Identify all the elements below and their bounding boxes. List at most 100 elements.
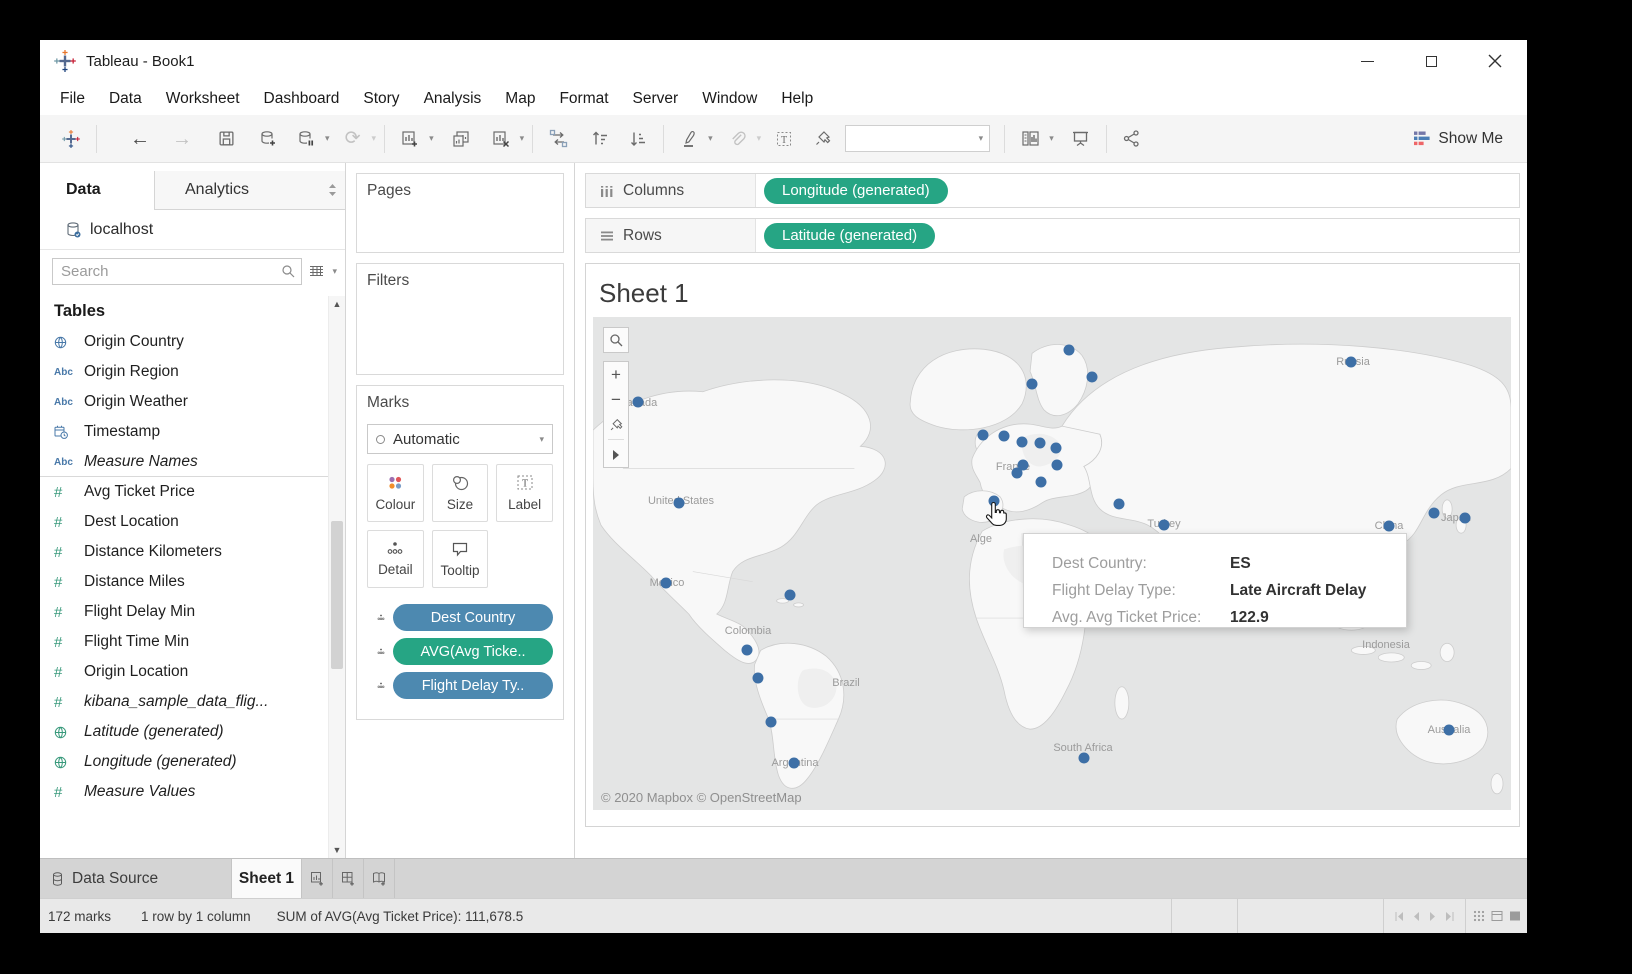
map-mark-dot[interactable] bbox=[1027, 379, 1038, 390]
detail-button[interactable]: Detail bbox=[367, 530, 424, 588]
menu-item[interactable]: Analysis bbox=[412, 82, 494, 115]
swap-rows-columns-icon[interactable] bbox=[541, 121, 575, 157]
field-row[interactable]: Origin Country bbox=[40, 327, 345, 357]
fit-selector[interactable]: ▾ bbox=[845, 125, 990, 152]
map-mark-dot[interactable] bbox=[1460, 513, 1471, 524]
sort-ascending-icon[interactable] bbox=[583, 121, 617, 157]
map-mark-dot[interactable] bbox=[1051, 443, 1062, 454]
menu-item[interactable]: File bbox=[48, 82, 97, 115]
map-controls-expand-button[interactable] bbox=[604, 442, 628, 467]
pill-avg-ticket[interactable]: AVG(Avg Ticke.. bbox=[393, 638, 553, 665]
tab-analytics[interactable]: Analytics bbox=[154, 171, 319, 209]
save-icon[interactable] bbox=[209, 121, 243, 157]
map-mark-dot[interactable] bbox=[633, 397, 644, 408]
map-pin-button[interactable] bbox=[604, 412, 628, 437]
close-button[interactable] bbox=[1463, 40, 1527, 82]
map-mark-dot[interactable] bbox=[1429, 508, 1440, 519]
pill-longitude[interactable]: Longitude (generated) bbox=[764, 178, 948, 204]
new-dashboard-tab-button[interactable] bbox=[333, 859, 364, 898]
tab-data-source[interactable]: Data Source bbox=[40, 859, 232, 898]
map-mark-dot[interactable] bbox=[1052, 460, 1063, 471]
menu-item[interactable]: Server bbox=[621, 82, 691, 115]
map-mark-dot[interactable] bbox=[1064, 345, 1075, 356]
map-mark-dot[interactable] bbox=[753, 673, 764, 684]
map-mark-dot[interactable] bbox=[978, 430, 989, 441]
show-hide-cards-icon[interactable] bbox=[1013, 121, 1047, 157]
field-row[interactable]: Abc Measure Names bbox=[40, 447, 345, 477]
field-row[interactable]: # Dest Location bbox=[40, 507, 345, 537]
maximize-button[interactable] bbox=[1399, 40, 1463, 82]
new-data-source-icon[interactable] bbox=[251, 121, 285, 157]
presentation-mode-icon[interactable] bbox=[1064, 121, 1098, 157]
map-search-button[interactable] bbox=[603, 327, 629, 353]
menu-item[interactable]: Map bbox=[493, 82, 547, 115]
map-mark-dot[interactable] bbox=[1087, 372, 1098, 383]
pill-dest-country[interactable]: Dest Country bbox=[393, 604, 553, 631]
size-button[interactable]: Size bbox=[432, 464, 489, 522]
view-as-grid-icon[interactable] bbox=[309, 265, 324, 278]
pane-toggle-icon[interactable] bbox=[319, 171, 345, 209]
search-input[interactable] bbox=[53, 263, 281, 280]
field-row[interactable]: # Distance Miles bbox=[40, 567, 345, 597]
menu-item[interactable]: Dashboard bbox=[252, 82, 352, 115]
menu-item[interactable]: Story bbox=[351, 82, 411, 115]
columns-shelf[interactable]: Columns Longitude (generated) bbox=[585, 173, 1520, 208]
map-mark-dot[interactable] bbox=[1114, 499, 1125, 510]
show-filmstrip-icon[interactable] bbox=[1491, 910, 1503, 922]
map-mark-dot[interactable] bbox=[766, 717, 777, 728]
field-row[interactable]: # Flight Delay Min bbox=[40, 597, 345, 627]
data-source-connection[interactable]: localhost bbox=[40, 210, 345, 250]
field-row[interactable]: # Avg Ticket Price bbox=[40, 477, 345, 507]
scroll-up-icon[interactable]: ▲ bbox=[329, 296, 345, 312]
menu-item[interactable]: Window bbox=[690, 82, 769, 115]
field-list-options-caret-icon[interactable]: ▾ bbox=[332, 266, 337, 277]
map-zoom-in-button[interactable]: + bbox=[604, 362, 628, 387]
field-row[interactable]: Abc Origin Region bbox=[40, 357, 345, 387]
scroll-down-icon[interactable]: ▼ bbox=[329, 842, 345, 858]
next-sheet-icon[interactable] bbox=[1429, 912, 1436, 921]
clear-sheet-caret-icon[interactable]: ▾ bbox=[520, 133, 525, 144]
previous-sheet-icon[interactable] bbox=[1413, 912, 1420, 921]
filters-shelf[interactable]: Filters bbox=[356, 263, 564, 375]
map-mark-dot[interactable] bbox=[1444, 725, 1455, 736]
mark-type-select[interactable]: Automatic ▾ bbox=[367, 424, 553, 454]
sort-descending-icon[interactable] bbox=[621, 121, 655, 157]
last-sheet-icon[interactable] bbox=[1445, 912, 1454, 921]
clear-sheet-icon[interactable] bbox=[484, 121, 518, 157]
map-mark-dot[interactable] bbox=[1035, 438, 1046, 449]
show-me-button[interactable]: Show Me bbox=[1414, 130, 1503, 148]
show-hide-cards-caret-icon[interactable]: ▾ bbox=[1049, 133, 1054, 144]
map-mark-dot[interactable] bbox=[1346, 357, 1357, 368]
label-button[interactable]: T Label bbox=[496, 464, 553, 522]
field-row[interactable]: Abc Origin Weather bbox=[40, 387, 345, 417]
tab-data[interactable]: Data bbox=[40, 171, 154, 210]
scrollbar-thumb[interactable] bbox=[331, 521, 343, 669]
fields-scrollbar[interactable]: ▲ ▼ bbox=[328, 296, 345, 858]
menu-item[interactable]: Help bbox=[769, 82, 825, 115]
menu-item[interactable]: Data bbox=[97, 82, 154, 115]
map-mark-dot[interactable] bbox=[1017, 437, 1028, 448]
pill-flight-delay-type[interactable]: Flight Delay Ty.. bbox=[393, 672, 553, 699]
show-mark-labels-icon[interactable]: T bbox=[767, 121, 801, 157]
field-row[interactable]: # Flight Time Min bbox=[40, 627, 345, 657]
redo-icon[interactable]: → bbox=[165, 121, 199, 157]
map-mark-dot[interactable] bbox=[789, 758, 800, 769]
map-zoom-out-button[interactable]: − bbox=[604, 387, 628, 412]
duplicate-icon[interactable] bbox=[444, 121, 478, 157]
tab-sheet-1[interactable]: Sheet 1 bbox=[232, 859, 302, 898]
field-row[interactable]: # Distance Kilometers bbox=[40, 537, 345, 567]
tooltip-button[interactable]: Tooltip bbox=[432, 530, 489, 588]
tableau-home-icon[interactable] bbox=[54, 121, 88, 157]
map-mark-dot[interactable] bbox=[785, 590, 796, 601]
minimize-button[interactable] bbox=[1335, 40, 1399, 82]
map-mark-dot[interactable] bbox=[1384, 521, 1395, 532]
map-mark-dot[interactable] bbox=[1159, 520, 1170, 531]
show-sheet-icon[interactable] bbox=[1509, 910, 1521, 922]
highlight-caret-icon[interactable]: ▾ bbox=[708, 133, 713, 144]
map-mark-dot[interactable] bbox=[674, 498, 685, 509]
pause-updates-caret-icon[interactable]: ▾ bbox=[325, 133, 330, 144]
field-row[interactable]: # Measure Values bbox=[40, 777, 345, 807]
menu-item[interactable]: Format bbox=[547, 82, 620, 115]
map-mark-dot[interactable] bbox=[1036, 477, 1047, 488]
refresh-icon[interactable]: ⟳ bbox=[336, 121, 370, 157]
